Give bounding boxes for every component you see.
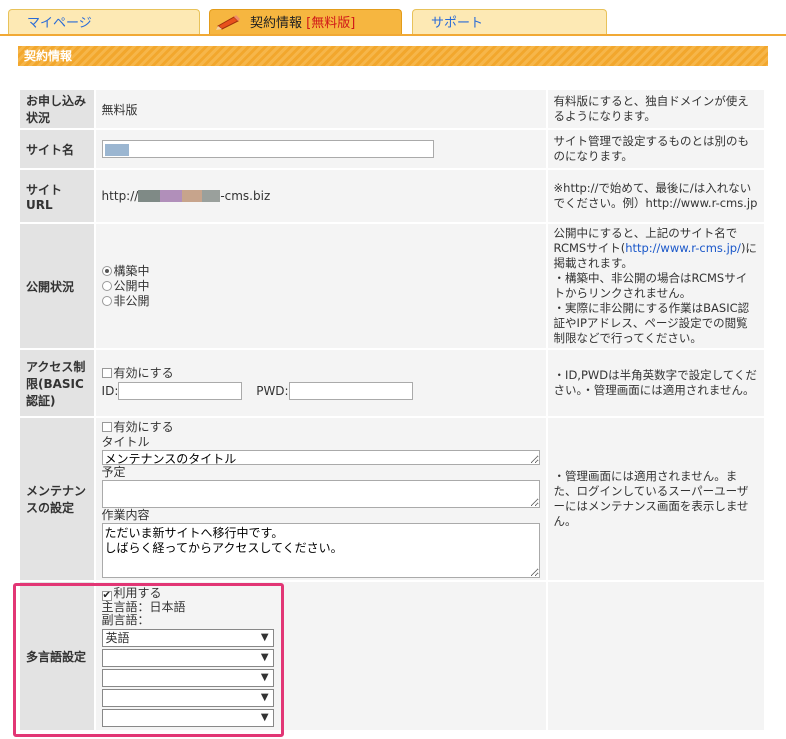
dropdown-arrow-icon: ▼ [260,691,269,703]
secondary-language-select[interactable]: ▼ [101,648,274,667]
site-url-prefix: http:// [101,189,139,203]
select-value: 英語 [105,630,130,645]
radio-icon[interactable] [101,265,112,276]
row-access: アクセス制限(BASIC認証) 有効にする ID: PWD: ・ID,PWDは半… [20,350,764,416]
secondary-language-label: 副言語： [101,612,150,627]
publish-note-text: ・実際に非公開にする作業はBASIC認証やIPアドレス、ページ設定での閲覧制限な… [553,301,750,345]
publish-label: 公開状況 [20,224,94,348]
radio-icon[interactable] [101,295,112,306]
pwd-input[interactable] [288,382,413,400]
free-badge: [無料版] [306,16,356,31]
tab-support[interactable]: サポート [412,9,607,35]
tab-support-label: サポート [431,16,484,31]
maintenance-schedule-label: 予定 [101,465,126,479]
publish-note-text: ・構築中、非公開の場合はRCMSサイトからリンクされません。 [553,271,748,300]
site-name-note: サイト管理で設定するものとは別のものになります。 [547,130,764,168]
row-site-url: サイトURL http:// -cms.biz ※http://で始めて、最後に/… [20,170,764,222]
publish-option-label: 構築中 [113,263,150,278]
primary-language: 主言語：日本語 [101,599,186,614]
tab-underline [0,34,786,36]
site-name-label: サイト名 [20,130,94,168]
pencil-icon [216,15,240,30]
maintenance-cell: 有効にする タイトル メンテナンスのタイトル 予定 作業内容 ただいま新サイトへ… [95,418,546,580]
site-url-note: ※http://で始めて、最後に/は入れないでください。例）http://www… [547,170,764,222]
maintenance-enable[interactable]: 有効にする [101,420,540,435]
maintenance-enable-label: 有効にする [113,420,174,434]
site-url-suffix: -cms.biz [220,189,271,203]
checkbox-icon[interactable] [101,368,112,378]
publish-option[interactable]: 非公開 [101,293,540,309]
access-label: アクセス制限(BASIC認証) [20,350,94,416]
id-input[interactable] [118,382,243,400]
secondary-language-select[interactable]: ▼ [101,708,274,727]
publish-option[interactable]: 公開中 [101,278,540,294]
publish-option[interactable]: 構築中 [101,263,540,279]
multilang-note [547,582,764,730]
rcms-link[interactable]: http://www.r-cms.jp/ [625,241,741,255]
publish-note: 公開中にすると、上記のサイト名でRCMSサイト(http://www.r-cms… [547,224,764,348]
multilang-use[interactable]: ✔ 利用する [101,585,540,601]
site-name-cell [95,130,546,168]
row-publish: 公開状況 構築中 公開中 非公開 公開中にすると、上記のサイト名でRCMSサイト… [20,224,764,348]
redacted-mask [104,143,129,156]
application-note: 有料版にすると、独自ドメインが使えるようになります。 [547,90,764,128]
site-url-value: http:// -cms.biz [95,170,546,222]
tab-bar: マイページ 契約情報 [無料版] サポート [0,0,786,36]
dropdown-arrow-icon: ▼ [260,631,269,643]
redacted-mask [182,190,203,202]
site-name-input[interactable] [101,139,434,158]
access-enable-label: 有効にする [113,366,174,380]
maintenance-label: メンテナンスの設定 [20,418,94,580]
row-site-name: サイト名 サイト管理で設定するものとは別のものになります。 [20,130,764,168]
redacted-mask [202,190,221,202]
access-enable[interactable]: 有効にする [101,366,540,381]
dropdown-arrow-icon: ▼ [260,711,269,723]
site-name-field[interactable] [101,139,434,159]
id-label: ID: [101,384,119,398]
contract-form: お申し込み状況 無料版 有料版にすると、独自ドメインが使えるようになります。 サ… [18,88,766,732]
secondary-language-select[interactable]: 英語 ▼ [101,628,274,647]
dropdown-arrow-icon: ▼ [260,651,269,663]
access-note: ・ID,PWDは半角英数字で設定してください。・管理画面には適用されません。 [547,350,764,416]
row-multilang: 多言語設定 ✔ 利用する 主言語：日本語 副言語： 英語 ▼ ▼ ▼ ▼ ▼ [20,582,764,730]
multilang-label: 多言語設定 [20,582,94,730]
radio-icon[interactable] [101,280,112,291]
row-application: お申し込み状況 無料版 有料版にすると、独自ドメインが使えるようになります。 [20,90,764,128]
maintenance-title-input[interactable]: メンテナンスのタイトル [101,450,540,465]
maintenance-work-input[interactable]: ただいま新サイトへ移行中です。 しばらく経ってからアクセスしてください。 [101,523,540,578]
maintenance-work-label: 作業内容 [101,508,150,522]
publish-options: 構築中 公開中 非公開 [95,224,546,348]
tab-contract-label: 契約情報 [250,16,303,31]
multilang-use-label: 利用する [113,585,162,600]
publish-option-label: 公開中 [113,278,150,293]
pwd-label: PWD: [256,384,289,398]
tab-mypage[interactable]: マイページ [8,9,200,35]
checkbox-icon[interactable] [101,422,112,432]
dropdown-arrow-icon: ▼ [260,671,269,683]
multilang-cell: ✔ 利用する 主言語：日本語 副言語： 英語 ▼ ▼ ▼ ▼ ▼ [95,582,546,730]
access-cell: 有効にする ID: PWD: [95,350,546,416]
application-value: 無料版 [95,90,546,128]
row-maintenance: メンテナンスの設定 有効にする タイトル メンテナンスのタイトル 予定 作業内容… [20,418,764,580]
tab-contract[interactable]: 契約情報 [無料版] [209,9,402,35]
redacted-mask [138,190,161,202]
checkbox-icon[interactable]: ✔ [101,590,112,601]
maintenance-schedule-input[interactable] [101,480,540,508]
tab-mypage-label: マイページ [27,16,92,31]
application-label: お申し込み状況 [20,90,94,128]
secondary-language-select[interactable]: ▼ [101,668,274,687]
maintenance-title-label: タイトル [101,435,150,449]
secondary-language-select[interactable]: ▼ [101,688,274,707]
redacted-mask [160,190,183,202]
publish-option-label: 非公開 [113,293,150,308]
section-title: 契約情報 [18,46,768,66]
site-url-label: サイトURL [20,170,94,222]
maintenance-note: ・管理画面には適用されません。また、ログインしているスーパーユーザーにはメンテナ… [547,418,764,580]
